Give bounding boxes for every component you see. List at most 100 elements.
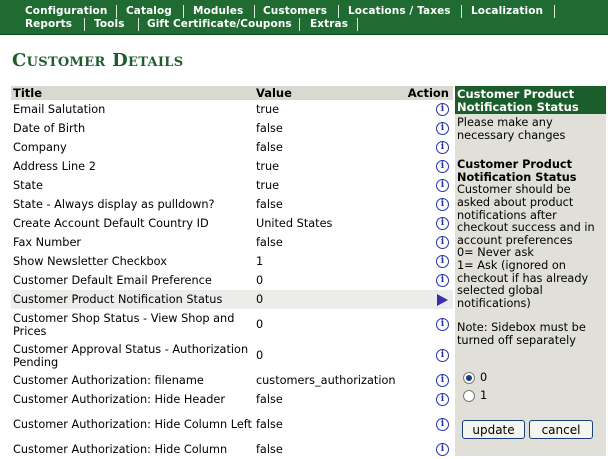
row-title: Customer Shop Status - View Shop and Pri… (13, 311, 235, 338)
row-value: false (255, 141, 283, 154)
info-icon[interactable]: i (436, 160, 449, 174)
info-icon[interactable]: i (436, 198, 449, 212)
sidebox-buttons: update cancel (457, 419, 604, 439)
setting-title: Customer Product Notification Status (457, 158, 577, 184)
table-row[interactable]: Fax Number false i (11, 233, 453, 252)
row-title: Customer Authorization: Hide Column (13, 443, 228, 456)
row-value: 0 (255, 318, 264, 331)
row-title: Customer Authorization: Hide Column Left (13, 418, 252, 431)
row-title: Customer Product Notification Status (11, 290, 254, 309)
menu-separator (84, 18, 85, 31)
info-icon[interactable]: i (436, 393, 449, 407)
table-row[interactable]: Address Line 2 true i (11, 157, 453, 176)
cancel-button[interactable]: cancel (529, 419, 593, 439)
table-header-row: Title Value Action (11, 86, 453, 100)
info-icon[interactable]: i (436, 349, 449, 363)
menu-item-gift-certificate-coupons[interactable]: Gift Certificate/Coupons (147, 18, 292, 31)
radio-button-1[interactable] (463, 389, 475, 402)
config-table: Title Value Action Email Salutation true… (11, 86, 453, 459)
table-row[interactable]: Company false i (11, 138, 453, 157)
info-icon[interactable]: i (436, 274, 449, 288)
menu-item-locations-taxes[interactable]: Locations / Taxes (348, 5, 451, 18)
table-row[interactable]: Email Salutation true i (11, 100, 453, 119)
menu-separator (138, 18, 139, 31)
info-icon[interactable]: i (436, 103, 449, 117)
info-icon[interactable]: i (436, 443, 449, 457)
page-title: Customer Details (12, 50, 184, 71)
info-icon[interactable]: i (436, 217, 449, 231)
row-value: customers_authorization (255, 374, 396, 387)
table-row[interactable]: Date of Birth false i (11, 119, 453, 138)
menu-item-tools[interactable]: Tools (94, 18, 125, 31)
info-icon[interactable]: i (436, 179, 449, 193)
row-title: Customer Authorization: filename (13, 374, 204, 387)
info-icon[interactable]: i (436, 141, 449, 155)
setting-description: Customer should be asked about product n… (457, 183, 595, 247)
menu-item-modules[interactable]: Modules (193, 5, 243, 18)
row-value: true (255, 103, 280, 116)
info-icon[interactable]: i (436, 318, 449, 332)
menu-separator (254, 5, 255, 18)
info-icon[interactable]: i (436, 374, 449, 388)
row-value: 0 (253, 290, 406, 309)
table-row[interactable]: Create Account Default Country ID United… (11, 214, 453, 233)
menu-separator (338, 5, 339, 18)
info-icon[interactable]: i (436, 255, 449, 269)
menu-item-configuration[interactable]: Configuration (25, 5, 107, 18)
sidebox-body: Please make any necessary changes Custom… (455, 114, 606, 439)
header-title: Title (11, 86, 254, 100)
sidebox-header: Customer Product Notification Status (455, 86, 606, 114)
info-icon[interactable]: i (436, 122, 449, 136)
radio-group: 0 1 (457, 370, 604, 406)
menu-item-extras[interactable]: Extras (310, 18, 348, 31)
table-row-selected[interactable]: Customer Product Notification Status 0 (11, 290, 453, 309)
row-value: 0 (255, 274, 264, 287)
table-row[interactable]: Customer Authorization: Hide Column fals… (11, 440, 453, 459)
radio-label-0: 0 (480, 370, 488, 384)
table-row[interactable]: Customer Authorization: filename custome… (11, 371, 453, 390)
menu-item-localization[interactable]: Localization (471, 5, 543, 18)
setting-option-1-text: 1= Ask (ignored on checkout if has alrea… (457, 258, 589, 310)
update-button[interactable]: update (462, 419, 525, 439)
row-title: State - Always display as pulldown? (13, 198, 215, 211)
sidebox-note: Note: Sidebox must be turned off separat… (457, 321, 586, 347)
table-row[interactable]: State true i (11, 176, 453, 195)
row-title: Date of Birth (13, 122, 86, 135)
table-row[interactable]: Show Newsletter Checkbox 1 i (11, 252, 453, 271)
table-row[interactable]: Customer Authorization: Hide Column Left… (11, 409, 453, 440)
row-title: Customer Default Email Preference (13, 274, 212, 287)
row-value: false (255, 443, 283, 456)
table-row[interactable]: Customer Default Email Preference 0 i (11, 271, 453, 290)
row-value: false (255, 198, 283, 211)
menu-separator (116, 5, 117, 18)
header-action: Action (405, 86, 453, 100)
top-menu: Configuration Catalog Modules Customers … (0, 0, 608, 35)
row-value: false (255, 393, 283, 406)
menu-item-customers[interactable]: Customers (263, 5, 327, 18)
row-title: Company (13, 141, 67, 154)
row-value: 0 (255, 349, 264, 362)
menu-item-catalog[interactable]: Catalog (126, 5, 172, 18)
radio-option-0[interactable]: 0 (463, 370, 604, 388)
row-title: Email Salutation (13, 103, 106, 116)
row-value: false (255, 236, 283, 249)
header-value: Value (253, 86, 406, 100)
table-row[interactable]: Customer Approval Status - Authorization… (11, 340, 453, 371)
row-value: 1 (255, 255, 264, 268)
info-icon[interactable]: i (436, 418, 449, 432)
row-title: State (13, 179, 43, 192)
row-title: Customer Approval Status - Authorization… (13, 342, 249, 369)
menu-item-reports[interactable]: Reports (25, 18, 72, 31)
table-row[interactable]: Customer Shop Status - View Shop and Pri… (11, 309, 453, 340)
info-icon[interactable]: i (436, 236, 449, 250)
menu-separator (461, 5, 462, 18)
table-row[interactable]: Customer Authorization: Hide Header fals… (11, 390, 453, 409)
table-row[interactable]: State - Always display as pulldown? fals… (11, 195, 453, 214)
radio-button-0[interactable] (463, 371, 475, 384)
row-title: Show Newsletter Checkbox (13, 255, 167, 268)
row-value: true (255, 160, 280, 173)
row-title: Fax Number (13, 236, 82, 249)
radio-label-1: 1 (480, 388, 488, 402)
row-value: true (255, 179, 280, 192)
radio-option-1[interactable]: 1 (463, 388, 604, 406)
